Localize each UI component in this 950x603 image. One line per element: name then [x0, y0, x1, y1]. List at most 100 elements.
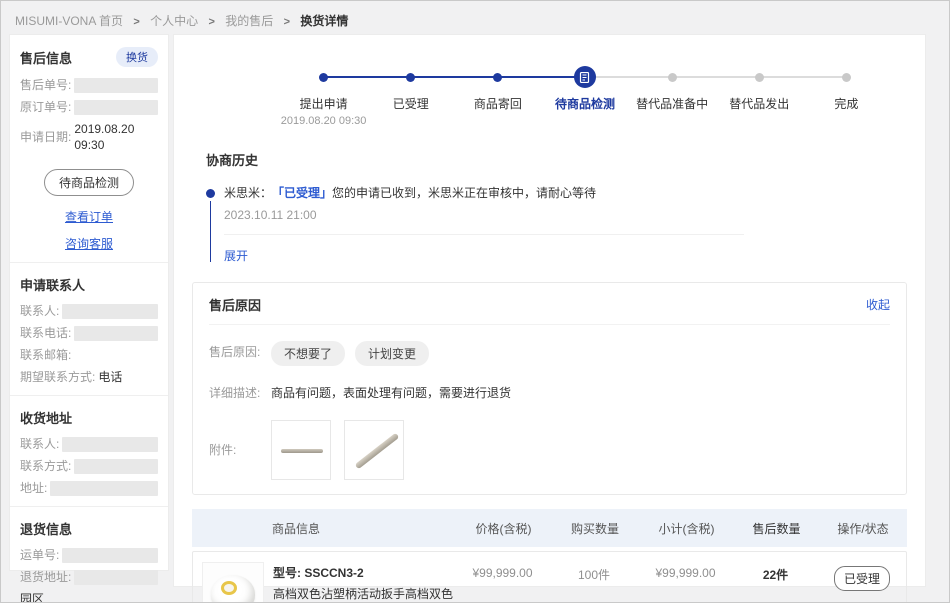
- return-address-park: 园区: [20, 591, 158, 603]
- step-connector: [759, 76, 846, 78]
- divider: [10, 262, 168, 263]
- breadcrumb-personal-center[interactable]: 个人中心: [150, 14, 198, 28]
- breadcrumb-separator: >: [133, 16, 139, 28]
- step-label: 替代品准备中: [636, 95, 708, 112]
- col-purchase-qty: 购买数量: [551, 520, 639, 537]
- exchange-detail-panel: 提出申请 2019.08.20 09:30 已受理 商品寄回: [173, 34, 926, 587]
- step-label: 待商品检测: [555, 95, 615, 112]
- contact-section-title: 申请联系人: [20, 275, 158, 294]
- breadcrumb: MISUMI-VONA 首页 > 个人中心 > 我的售后 > 换货详情: [1, 1, 949, 38]
- expand-link[interactable]: 展开: [224, 249, 248, 263]
- step-dot: [755, 73, 764, 82]
- step-submit-application: 提出申请 2019.08.20 09:30: [280, 65, 367, 128]
- step-accepted: 已受理: [367, 65, 454, 128]
- step-dot: [493, 73, 502, 82]
- apply-date-label: 申请日期:: [20, 129, 71, 145]
- model-label: 型号:: [273, 566, 301, 580]
- contact-name-label: 联系人:: [20, 303, 59, 319]
- step-date: 2019.08.20 09:30: [281, 115, 367, 128]
- view-order-link[interactable]: 查看订单: [20, 208, 158, 225]
- row-status: 已受理: [818, 562, 906, 603]
- address-name-redacted: [62, 437, 158, 452]
- reason-title: 售后原因: [209, 295, 261, 314]
- return-address-label: 退货地址:: [20, 569, 71, 585]
- col-subtotal: 小计(含税): [639, 520, 734, 537]
- step-dot: [406, 73, 415, 82]
- col-aftersales-qty: 售后数量: [734, 520, 819, 537]
- address-phone-label: 联系方式:: [20, 458, 71, 474]
- divider: [10, 395, 168, 396]
- reason-label: 售后原因:: [209, 341, 271, 363]
- contact-phone-redacted: [74, 326, 158, 341]
- product-name[interactable]: 高档双色沾塑柄活动扳手高档双色沾塑柄活动扳手: [273, 586, 455, 603]
- collapse-link[interactable]: 收起: [866, 296, 890, 313]
- mask-valve-graphic: [221, 581, 237, 595]
- reason-tag: 不想要了: [271, 341, 345, 366]
- aftersales-no-label: 售后单号:: [20, 77, 71, 93]
- contact-support-link[interactable]: 咨询客服: [20, 235, 158, 252]
- product-table-header: 商品信息 价格(含税) 购买数量 小计(含税) 售后数量 操作/状态: [192, 509, 907, 547]
- step-replacement-preparing: 替代品准备中: [629, 65, 716, 128]
- step-connector: [324, 76, 411, 78]
- history-timestamp: 2023.10.11 21:00: [224, 208, 907, 222]
- attachment-thumbnail[interactable]: [271, 420, 331, 480]
- shipping-address-title: 收货地址: [20, 408, 158, 427]
- address-redacted: [50, 481, 158, 496]
- step-label: 已受理: [393, 95, 429, 112]
- address-name-label: 联系人:: [20, 436, 59, 452]
- step-label: 完成: [834, 95, 858, 112]
- divider: [224, 234, 744, 235]
- step-connector: [498, 76, 585, 78]
- reason-tag: 计划变更: [355, 341, 429, 366]
- step-label: 提出申请: [300, 95, 348, 112]
- description-text: 商品有问题，表面处理有问题，需要进行退货: [271, 382, 511, 404]
- subtotal: ¥99,999.00: [638, 562, 733, 603]
- aftersales-info-title: 售后信息: [20, 48, 72, 67]
- col-product-info: 商品信息: [192, 520, 456, 537]
- tool-photo: [281, 449, 323, 453]
- history-message: 米思米：「已受理」您的申请已收到，米思米正在审核中，请耐心等待: [224, 185, 907, 201]
- step-item-returned: 商品寄回: [454, 65, 541, 128]
- negotiation-history-section: 协商历史 米思米：「已受理」您的申请已收到，米思米正在审核中，请耐心等待 202…: [192, 150, 907, 264]
- step-dot: [842, 73, 851, 82]
- product-row: 型号: SSCCN3-2 高档双色沾塑柄活动扳手高档双色沾塑柄活动扳手 史丹利(…: [192, 551, 907, 603]
- breadcrumb-home[interactable]: MISUMI-VONA 首页: [15, 14, 123, 28]
- address-phone-redacted: [74, 459, 158, 474]
- step-complete: 完成: [803, 65, 890, 128]
- step-connector: [411, 76, 498, 78]
- divider: [10, 506, 168, 507]
- history-text: 您的申请已收到，米思米正在审核中，请耐心等待: [332, 186, 596, 200]
- timeline-line: [210, 201, 211, 262]
- step-awaiting-inspection: 待商品检测: [541, 65, 628, 128]
- waybill-no-redacted: [62, 548, 158, 563]
- progress-stepper: 提出申请 2019.08.20 09:30 已受理 商品寄回: [280, 65, 890, 128]
- contact-email-label: 联系邮箱:: [20, 347, 71, 363]
- aftersales-no-redacted: [74, 78, 158, 93]
- history-title: 协商历史: [206, 150, 907, 169]
- step-replacement-shipped: 替代品发出: [716, 65, 803, 128]
- preferred-contact-label: 期望联系方式:: [20, 369, 95, 385]
- product-price: ¥99,999.00: [455, 562, 550, 603]
- original-order-no-label: 原订单号:: [20, 99, 71, 115]
- status-badge: 待商品检测: [44, 169, 134, 196]
- history-entry: 米思米：「已受理」您的申请已收到，米思米正在审核中，请耐心等待 2023.10.…: [206, 185, 907, 264]
- step-dot: [668, 73, 677, 82]
- step-connector: [585, 76, 672, 78]
- aftersales-quantity: 22件: [733, 562, 818, 603]
- breadcrumb-my-aftersales[interactable]: 我的售后: [225, 14, 273, 28]
- breadcrumb-current-page: 换货详情: [300, 14, 348, 28]
- contact-phone-label: 联系电话:: [20, 325, 71, 341]
- attachment-thumbnail[interactable]: [344, 420, 404, 480]
- inspection-step-icon: [574, 66, 596, 88]
- contact-name-redacted: [62, 304, 158, 319]
- page: MISUMI-VONA 首页 > 个人中心 > 我的售后 > 换货详情 售后信息…: [0, 0, 950, 603]
- product-image[interactable]: [202, 562, 264, 603]
- col-price: 价格(含税): [456, 520, 551, 537]
- accepted-status-pill: 已受理: [834, 566, 890, 591]
- tool-photo: [355, 433, 400, 470]
- aftersales-reason-section: 售后原因 收起 售后原因: 不想要了 计划变更 详细描述: 商品有问题，表面处理…: [192, 282, 907, 495]
- return-info-title: 退货信息: [20, 519, 158, 538]
- address-label: 地址:: [20, 480, 47, 496]
- timeline-dot: [206, 189, 215, 198]
- purchase-quantity: 100件: [550, 562, 638, 603]
